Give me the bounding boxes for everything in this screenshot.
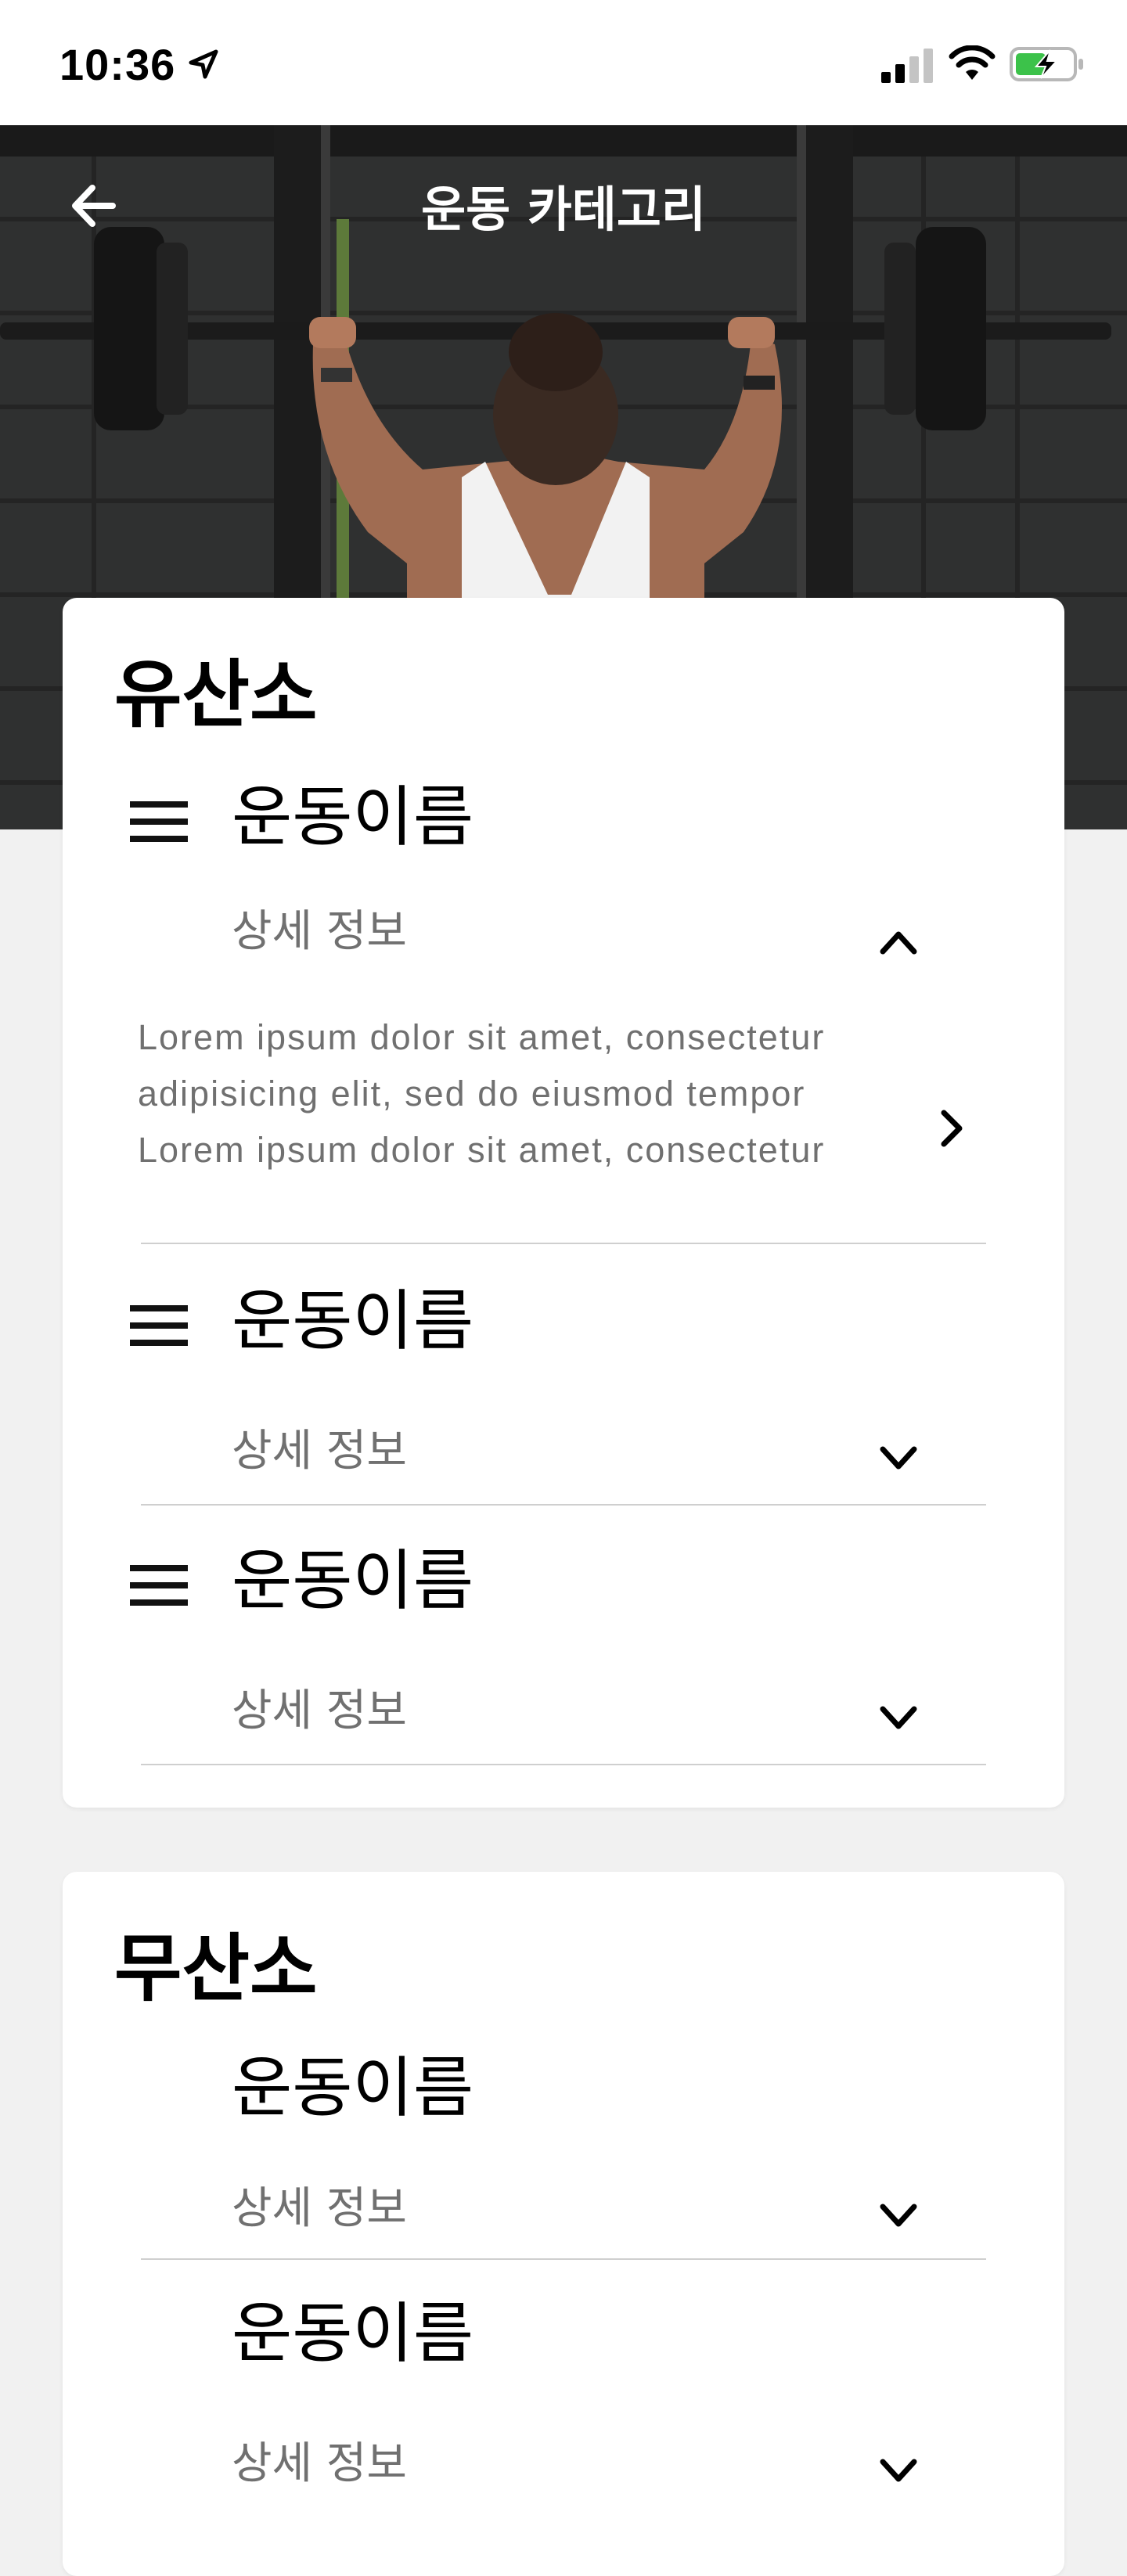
category-title: 무산소 — [114, 1927, 318, 2012]
exercise-name[interactable]: 운동이름 — [232, 1282, 473, 1360]
description-line: Lorem ipsum dolor sit amet, consectetur — [138, 1017, 826, 1057]
exercise-name[interactable]: 운동이름 — [232, 778, 473, 856]
exercise-detail-label[interactable]: 상세 정보 — [232, 2437, 407, 2491]
exercise-detail-label[interactable]: 상세 정보 — [232, 1424, 407, 1479]
chevron-up-icon[interactable] — [877, 926, 920, 958]
category-card-cardio: 유산소 운동이름 상세 정보 Lorem ipsum dolor sit ame… — [63, 598, 1064, 1808]
status-time: 10:36 — [59, 40, 176, 89]
category-title: 유산소 — [114, 653, 318, 738]
divider — [141, 1764, 986, 1765]
location-arrow-icon — [189, 49, 218, 79]
hamburger-icon[interactable] — [130, 798, 188, 845]
divider — [141, 1504, 986, 1506]
description-line: adipisicing elit, sed do eiusmod tempor — [138, 1074, 806, 1114]
hamburger-icon[interactable] — [130, 1302, 188, 1349]
category-card-strength: 무산소 운동이름 상세 정보 운동이름 상세 정보 — [63, 1872, 1064, 2576]
exercise-name[interactable]: 운동이름 — [232, 1542, 473, 1620]
exercise-name[interactable]: 운동이름 — [232, 2294, 473, 2373]
exercise-detail-label[interactable]: 상세 정보 — [232, 905, 407, 959]
chevron-down-icon[interactable] — [877, 1441, 920, 1473]
chevron-down-icon[interactable] — [877, 2199, 920, 2230]
exercise-name[interactable]: 운동이름 — [232, 2049, 473, 2127]
exercise-detail-label[interactable]: 상세 정보 — [232, 1684, 407, 1739]
signal-icon — [881, 49, 933, 83]
description-line: Lorem ipsum dolor sit amet, consectetur — [138, 1130, 826, 1170]
battery-charging-icon — [1010, 47, 1083, 81]
chevron-right-icon[interactable] — [936, 1106, 967, 1150]
chevron-down-icon[interactable] — [877, 1701, 920, 1732]
divider — [141, 2258, 986, 2260]
wifi-icon — [949, 45, 996, 80]
exercise-detail-label[interactable]: 상세 정보 — [232, 2182, 407, 2236]
page-title: 운동 카테고리 — [421, 181, 706, 238]
status-bar: 10:36 — [0, 0, 1127, 125]
exercise-description: Lorem ipsum dolor sit amet, consectetur … — [138, 1009, 920, 1178]
divider — [141, 1243, 986, 1244]
hamburger-icon[interactable] — [130, 1562, 188, 1609]
chevron-down-icon[interactable] — [877, 2454, 920, 2485]
